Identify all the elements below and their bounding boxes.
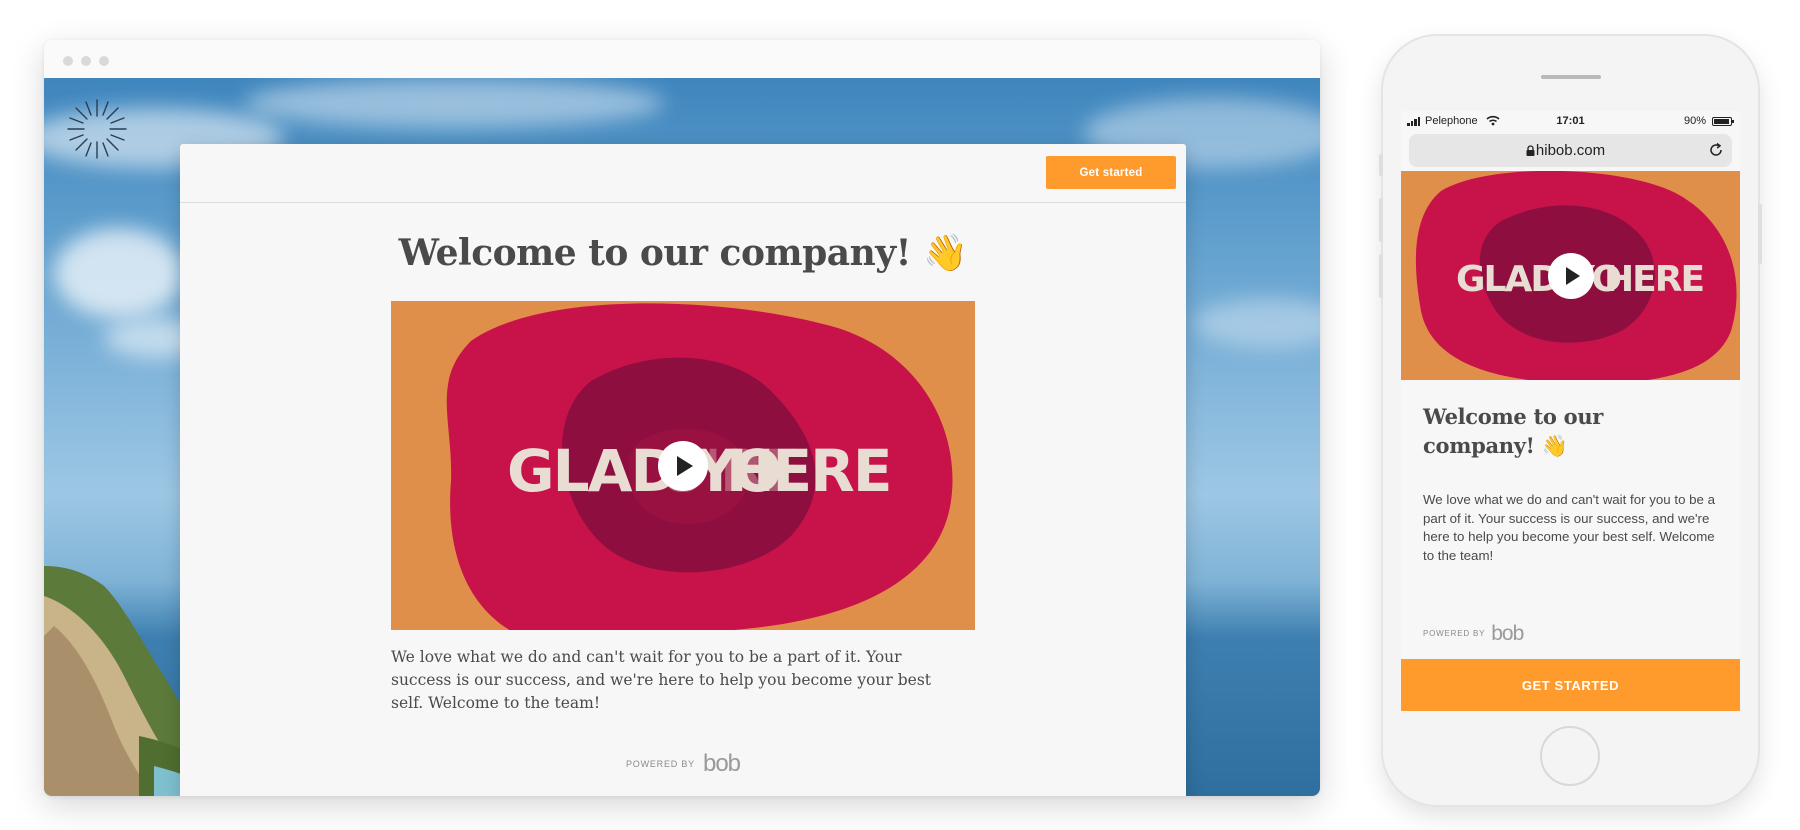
power-button	[1758, 204, 1762, 264]
mobile-get-started-button[interactable]: GET STARTED	[1401, 659, 1740, 711]
battery-percent: 90%	[1683, 115, 1706, 127]
bob-logo[interactable]: bob	[703, 752, 741, 776]
mobile-phone-mockup: Pelephone 17:01 90% hibob.com GLAD YO HE…	[1379, 36, 1762, 805]
bob-logo[interactable]: bob	[1491, 623, 1524, 644]
mobile-welcome-message: We love what we do and can't wait for yo…	[1423, 492, 1716, 563]
home-button[interactable]	[1540, 726, 1600, 786]
mobile-welcome-video[interactable]: GLAD YO HERE	[1401, 171, 1740, 380]
cloud	[244, 78, 664, 128]
get-started-button[interactable]: Get started	[1046, 156, 1176, 189]
powered-by-label: POWERED BY	[625, 759, 695, 769]
play-button[interactable]	[658, 440, 708, 491]
play-icon	[1565, 266, 1580, 285]
address-bar[interactable]: hibob.com	[1409, 134, 1732, 167]
volume-up-button	[1379, 198, 1383, 242]
video-text-here: HERE	[1604, 259, 1703, 300]
status-bar: Pelephone 17:01 90%	[1401, 111, 1740, 131]
page-title: Welcome to our company! 👋	[398, 232, 968, 274]
company-logo-icon	[67, 99, 127, 159]
card-header: Get started	[180, 144, 1186, 203]
volume-down-button	[1379, 254, 1383, 298]
reload-icon[interactable]	[1708, 142, 1724, 158]
battery-icon	[1712, 117, 1734, 126]
welcome-card: Get started Welcome to our company! 👋 GL…	[180, 144, 1186, 796]
cloud	[1194, 298, 1320, 348]
mobile-page-title: Welcome to our company! 👋	[1423, 404, 1604, 458]
window-minimize-dot[interactable]	[81, 56, 91, 66]
mobile-play-button[interactable]	[1547, 252, 1594, 299]
mobile-powered-by: POWERED BY bob	[1423, 623, 1524, 644]
window-close-dot[interactable]	[63, 56, 73, 66]
welcome-message: We love what we do and can't wait for yo…	[391, 648, 932, 712]
browser-title-bar	[44, 40, 1320, 78]
mute-switch	[1379, 154, 1383, 176]
welcome-video[interactable]: GLAD YO U'RE HERE	[391, 301, 975, 630]
video-text-glad: GLAD YO	[1456, 259, 1621, 300]
powered-by: POWERED BY bob	[180, 752, 1186, 776]
url-text: hibob.com	[1535, 142, 1606, 159]
cloud	[54, 228, 184, 318]
page-background: Get started Welcome to our company! 👋 GL…	[44, 78, 1320, 796]
desktop-browser-window: Get started Welcome to our company! 👋 GL…	[44, 40, 1320, 796]
window-maximize-dot[interactable]	[99, 56, 109, 66]
earpiece-speaker	[1541, 75, 1601, 79]
video-text-here: HERE	[726, 437, 890, 505]
powered-by-label: POWERED BY	[1423, 629, 1486, 638]
play-icon	[677, 455, 693, 476]
phone-screen: Pelephone 17:01 90% hibob.com GLAD YO HE…	[1401, 111, 1740, 711]
